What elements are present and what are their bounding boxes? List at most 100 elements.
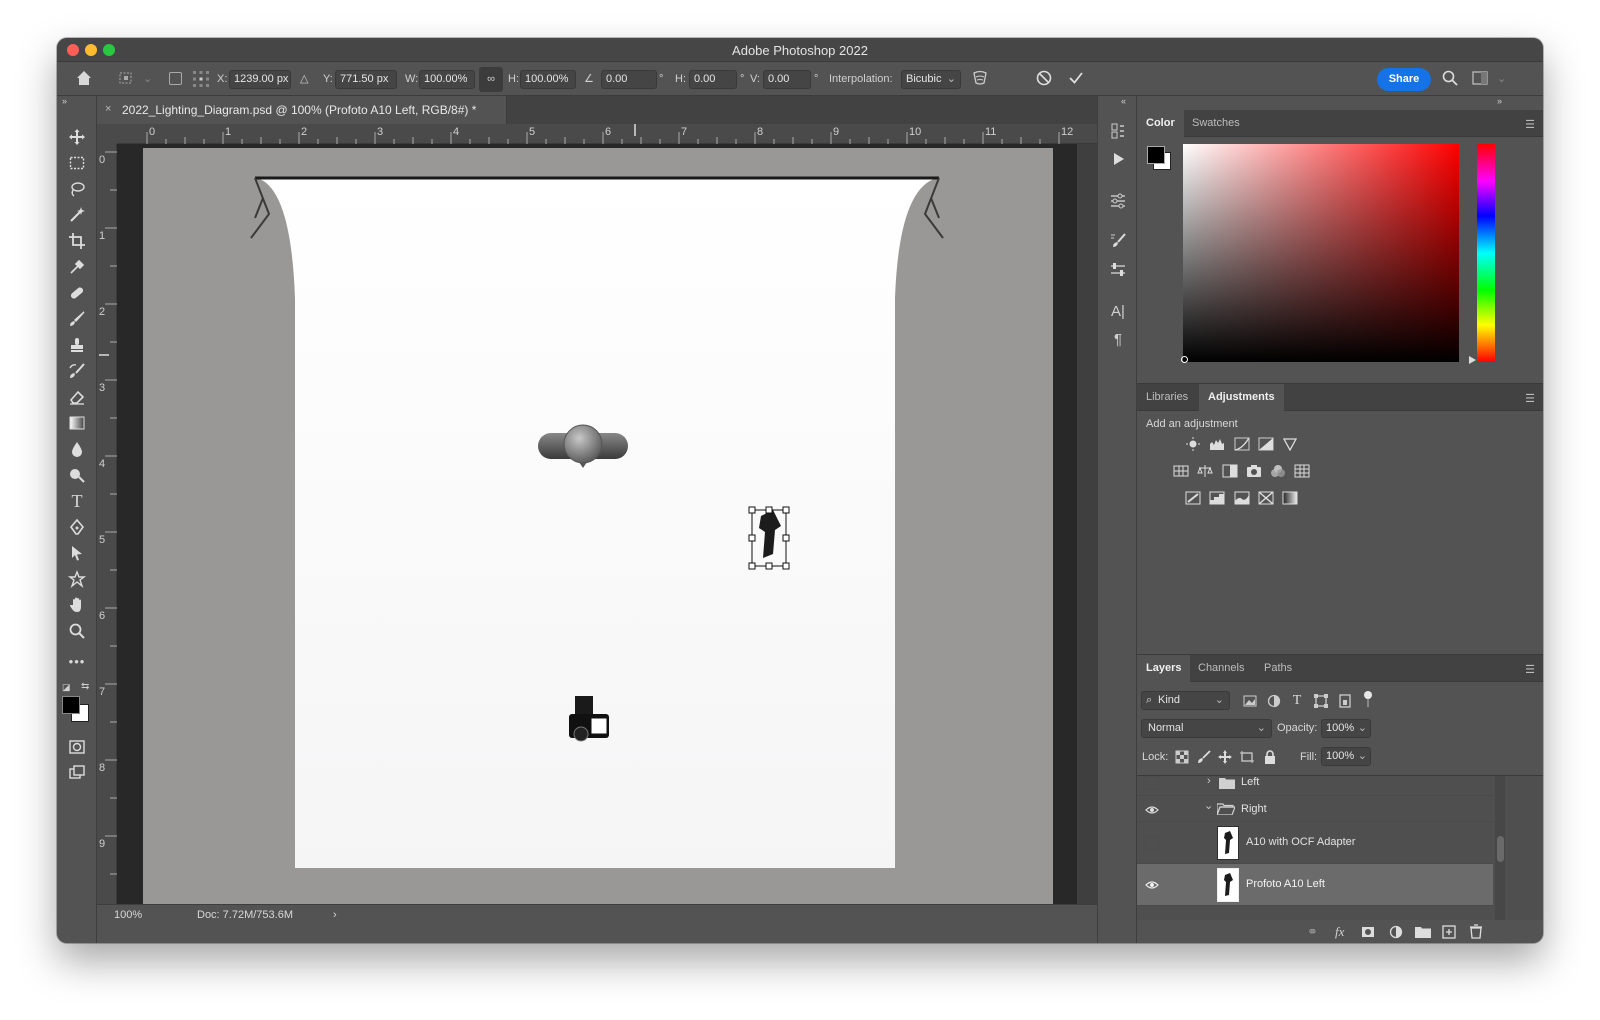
new-layer-icon[interactable] [1442,925,1456,939]
add-mask-icon[interactable] [1361,925,1375,939]
exposure-icon[interactable] [1257,436,1275,452]
zoom-tool-icon[interactable] [65,620,89,642]
status-menu-arrow[interactable]: › [333,909,337,921]
edit-toolbar-icon[interactable]: ••• [65,650,89,672]
collapse-strip-icon[interactable]: « [1121,96,1126,106]
close-document-icon[interactable]: × [105,103,111,115]
shape-layer-filter-icon[interactable] [1312,693,1330,709]
tab-color[interactable]: Color [1137,110,1184,137]
type-tool-icon[interactable]: T [65,490,89,512]
eye-icon[interactable] [1145,878,1159,892]
cancel-transform-icon[interactable] [1035,69,1053,86]
gradient-map-icon[interactable] [1281,490,1299,506]
move-tool-icon[interactable] [65,126,89,148]
hand-tool-icon[interactable] [65,594,89,616]
link-icon[interactable]: ∞ [479,67,503,92]
chevron-down-icon[interactable]: ⌄ [1497,71,1506,88]
visibility-toggle[interactable] [1145,776,1159,790]
pen-tool-icon[interactable] [65,516,89,538]
quick-mask-icon[interactable] [65,736,89,758]
skew-v-field[interactable]: 0.00 [763,70,811,89]
pixel-layer-filter-icon[interactable] [1241,693,1259,709]
selective-color-icon[interactable] [1257,490,1275,506]
hue-saturation-icon[interactable] [1172,463,1190,479]
lock-all-icon[interactable] [1261,749,1279,765]
hue-slider-handle[interactable] [1469,356,1476,364]
blend-mode-select[interactable]: Normal ⌄ [1141,719,1272,738]
new-adjustment-layer-icon[interactable] [1389,925,1403,939]
paragraph-panel-icon[interactable]: ¶ [1106,328,1130,350]
levels-icon[interactable] [1208,436,1226,452]
curves-icon[interactable] [1233,436,1251,452]
width-scale-field[interactable]: 100.00% [419,70,475,89]
collapse-panels-icon[interactable]: » [1497,96,1502,106]
eyedropper-tool-icon[interactable] [65,256,89,278]
color-balance-icon[interactable] [1196,463,1214,479]
x-position-field[interactable]: 1239.00 px [229,70,291,89]
interpolation-select[interactable]: Bicubic ⌄ [901,70,961,89]
custom-shape-tool-icon[interactable] [65,568,89,590]
zoom-level[interactable]: 100% [114,909,142,921]
lock-transparent-pixels-icon[interactable] [1173,749,1191,765]
document-tab[interactable]: × 2022_Lighting_Diagram.psd @ 100% (Prof… [97,96,507,124]
brush-settings-icon[interactable] [1106,230,1130,252]
character-panel-icon[interactable]: A| [1106,300,1130,322]
reference-point-grid-icon[interactable] [191,69,211,87]
brush-tool-icon[interactable] [65,308,89,330]
clone-stamp-tool-icon[interactable] [65,334,89,356]
horizontal-ruler[interactable]: 0 1 2 3 4 5 6 7 8 9 10 11 12 [117,124,1097,144]
skew-h-field[interactable]: 0.00 [689,70,737,89]
layers-scrollbar[interactable] [1495,776,1505,920]
vibrance-icon[interactable] [1281,436,1299,452]
eye-icon[interactable] [1145,803,1159,817]
tab-swatches[interactable]: Swatches [1183,110,1249,137]
layer-row-selected[interactable]: Profoto A10 Left [1137,864,1493,906]
backdrop-paper[interactable] [255,176,939,868]
gradient-tool-icon[interactable] [65,412,89,434]
threshold-icon[interactable] [1233,490,1251,506]
delta-icon[interactable]: △ [300,71,308,88]
tab-adjustments[interactable]: Adjustments [1199,384,1284,411]
foreground-color-swatch[interactable] [62,696,80,714]
eraser-tool-icon[interactable] [65,386,89,408]
tab-paths[interactable]: Paths [1255,655,1301,682]
y-position-field[interactable]: 771.50 px [335,70,397,89]
magic-wand-tool-icon[interactable] [65,204,89,226]
panel-menu-icon[interactable]: ☰ [1525,392,1535,405]
brightness-contrast-icon[interactable] [1184,436,1202,452]
new-group-icon[interactable] [1415,925,1431,939]
layer-row[interactable]: › Left [1137,776,1493,796]
canvas-vertical-scrollbar[interactable] [1077,144,1097,904]
chevron-right-icon[interactable]: › [1207,776,1211,787]
document-size[interactable]: Doc: 7.72M/753.6M [197,909,293,921]
commit-transform-icon[interactable] [1067,69,1085,86]
crop-tool-icon[interactable] [65,230,89,252]
vertical-ruler[interactable]: 0 1 2 3 4 5 6 7 8 9 [97,144,117,904]
filter-toggle-icon[interactable] [1364,691,1372,699]
reference-point-checkbox[interactable] [169,72,182,85]
transform-tool-icon[interactable] [117,69,135,86]
invert-icon[interactable] [1184,490,1202,506]
marquee-tool-icon[interactable] [65,152,89,174]
tab-libraries[interactable]: Libraries [1137,384,1197,411]
visibility-toggle[interactable] [1145,836,1159,850]
fill-field[interactable]: 100% ⌄ [1321,747,1371,766]
document-canvas[interactable] [143,148,1053,904]
tab-layers[interactable]: Layers [1137,655,1191,682]
warp-mode-icon[interactable] [971,69,989,86]
search-icon[interactable] [1441,69,1459,86]
properties-panel-icon[interactable] [1106,190,1130,212]
chevron-down-icon[interactable]: ⌄ [143,71,152,88]
ruler-origin[interactable] [97,124,117,144]
hue-slider[interactable] [1477,144,1495,362]
layer-row[interactable]: A10 with OCF Adapter [1137,822,1493,864]
link-layers-icon[interactable]: ⚭ [1307,924,1318,940]
collapse-toolbar-icon[interactable]: » [62,96,67,106]
canvas-pasteboard[interactable] [117,144,1097,904]
layer-row[interactable]: ⌄ Right [1137,796,1493,822]
type-layer-filter-icon[interactable]: T [1288,693,1306,709]
channel-mixer-icon[interactable] [1269,463,1287,479]
tab-channels[interactable]: Channels [1189,655,1253,682]
black-white-icon[interactable] [1221,463,1239,479]
chevron-down-icon[interactable]: ⌄ [1204,799,1213,812]
